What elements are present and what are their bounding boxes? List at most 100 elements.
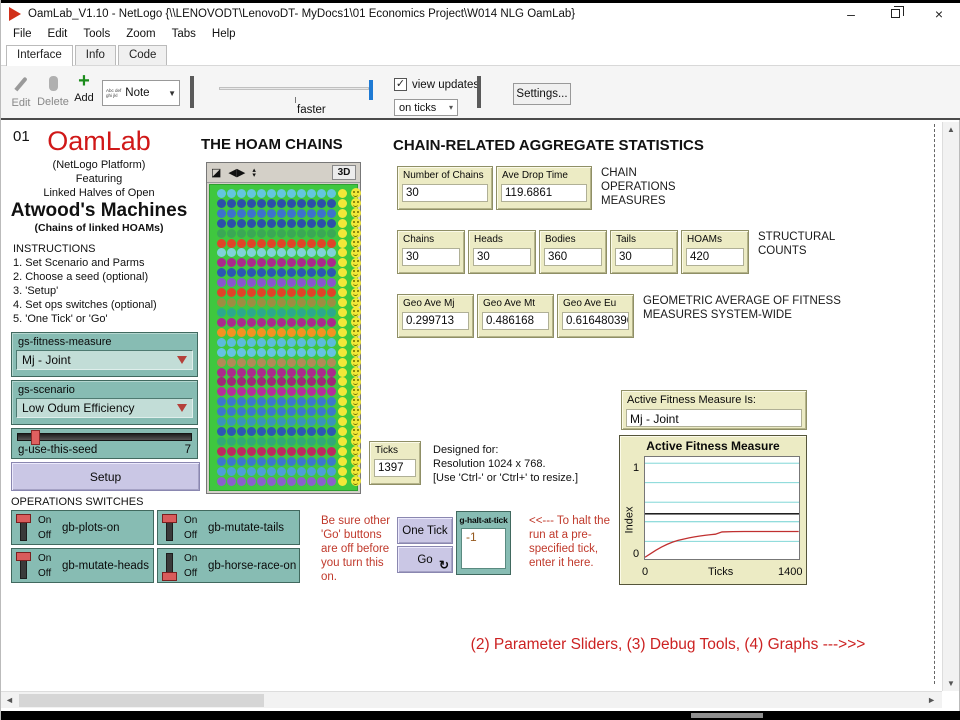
hoam-body-dot [277,377,286,386]
hoam-body-dot [217,209,226,218]
menu-zoom[interactable]: Zoom [118,26,163,42]
brand-subtitle: (NetLogo Platform) [1,158,197,172]
hoam-body-dot [217,308,226,317]
vertical-scrollbar[interactable]: ▲ ▼ [942,122,959,691]
world-resize-corner-icon[interactable]: ◪ [211,166,221,179]
monitor-value: 0.299713 [402,312,469,330]
hoam-body-dot [297,437,306,446]
hoam-body-dot [267,318,276,327]
faster-label: faster [297,104,326,116]
halt-at-tick-input[interactable]: -1 [461,528,506,569]
hoam-body-dot [247,447,256,456]
update-mode-dropdown[interactable]: on ticks ▾ [394,99,458,116]
hoam-body-dot [327,377,336,386]
edit-tool-button[interactable]: Edit [7,76,35,109]
monitor-label: Tails [616,234,673,245]
hoam-body-dot [317,477,326,486]
switch-handle[interactable] [16,552,31,561]
scroll-left-icon[interactable]: ◄ [5,695,14,705]
hoam-body-dot [287,229,296,238]
hoam-body-dot [227,288,236,297]
hoam-body-dot [317,417,326,426]
switch-gb-mutate-tails[interactable]: OnOffgb-mutate-tails [157,510,300,545]
go-button[interactable]: Go ↻ [397,546,453,573]
switch-handle[interactable] [16,514,31,523]
switch-handle[interactable] [162,572,177,581]
chooser-select[interactable]: Mj - Joint [16,350,193,370]
switch-gb-plots-on[interactable]: OnOffgb-plots-on [11,510,154,545]
hoam-body-dot [297,229,306,238]
hoam-body-dot [227,298,236,307]
hoam-body-dot [237,477,246,486]
settings-button[interactable]: Settings... [513,83,571,105]
menu-edit[interactable]: Edit [40,26,76,42]
scroll-right-icon[interactable]: ► [927,695,936,705]
monitor-value: 30 [402,248,460,266]
horizontal-scrollbar[interactable]: ◄ ► [1,691,942,708]
hoam-body-dot [217,377,226,386]
hoam-body-dot [227,377,236,386]
world-resize-vertical-icon[interactable]: ▴▾ [252,168,256,178]
hoam-body-dot [217,437,226,446]
hoam-chain-row [210,358,357,367]
monitor-ave-drop-time: Ave Drop Time119.6861 [496,166,592,210]
hoam-head-smiley [351,228,361,238]
hoam-body-dot [217,288,226,297]
view-updates-checkbox[interactable]: ✓ view updates [394,78,479,91]
model-title: OamLab [1,124,197,158]
switch-gb-mutate-heads[interactable]: OnOffgb-mutate-heads [11,548,154,583]
scroll-down-icon[interactable]: ▼ [943,679,959,688]
world-3d-button[interactable]: 3D [332,165,356,180]
dropdown-triangle-icon [177,356,187,364]
y-axis-label: Index [623,507,635,534]
menu-tabs[interactable]: Tabs [164,26,204,42]
hoam-body-dot [307,358,316,367]
hoam-body-dot [317,258,326,267]
slider-track[interactable] [17,433,192,441]
x-axis-tick-max: 1400 [778,566,802,578]
speed-slider-handle[interactable] [369,80,373,100]
tab-code[interactable]: Code [118,45,168,65]
chooser-select[interactable]: Low Odum Efficiency [16,398,193,418]
one-tick-button[interactable]: One Tick [397,517,453,544]
hoam-body-dot [257,477,266,486]
menu-tools[interactable]: Tools [75,26,118,42]
switch-onoff-labels: OnOff [38,513,51,543]
hoam-body-dot [277,407,286,416]
hoam-body-dot [267,189,276,198]
hoam-body-dot [277,219,286,228]
hoam-body-dot [277,447,286,456]
restore-button[interactable] [873,3,917,24]
hoam-body-dot [267,457,276,466]
scroll-up-icon[interactable]: ▲ [943,125,959,134]
menu-help[interactable]: Help [204,26,244,42]
widget-type-dropdown[interactable]: Abc defghi jkl Note ▼ [102,80,180,106]
horizontal-scrollbar-thumb[interactable] [19,694,264,707]
world-canvas[interactable] [209,184,358,491]
menu-file[interactable]: File [5,26,40,42]
delete-tool-button[interactable]: Delete [37,76,69,108]
tab-interface[interactable]: Interface [6,45,73,66]
minimize-button[interactable]: – [829,3,873,24]
hoam-body-dot [297,288,306,297]
add-widget-button[interactable]: + Add [71,72,97,104]
hoam-chain-row [210,368,357,377]
tab-info[interactable]: Info [75,45,116,65]
hoam-body-dot [277,298,286,307]
hoam-head-smiley [351,377,361,387]
hoam-body-dot [297,328,306,337]
close-button[interactable]: × [917,3,960,24]
setup-button[interactable]: Setup [11,462,200,491]
slider-handle[interactable] [31,430,40,445]
bottom-black-bar [1,711,960,720]
hoam-body-dot [257,417,266,426]
switch-handle[interactable] [162,514,177,523]
hoam-body-dot [227,467,236,476]
world-resize-horizontal-icon[interactable]: ◀▶ [228,166,245,179]
slider-label: g-use-this-seed [18,444,97,456]
switch-gb-horse-race-on[interactable]: OnOffgb-horse-race-on [157,548,300,583]
speed-slider-track[interactable] [219,87,369,90]
netlogo-window: OamLab_V1.10 - NetLogo {\\LENOVODT\Lenov… [0,0,960,720]
hoam-chain-row [210,457,357,466]
hoam-body-dot [227,209,236,218]
